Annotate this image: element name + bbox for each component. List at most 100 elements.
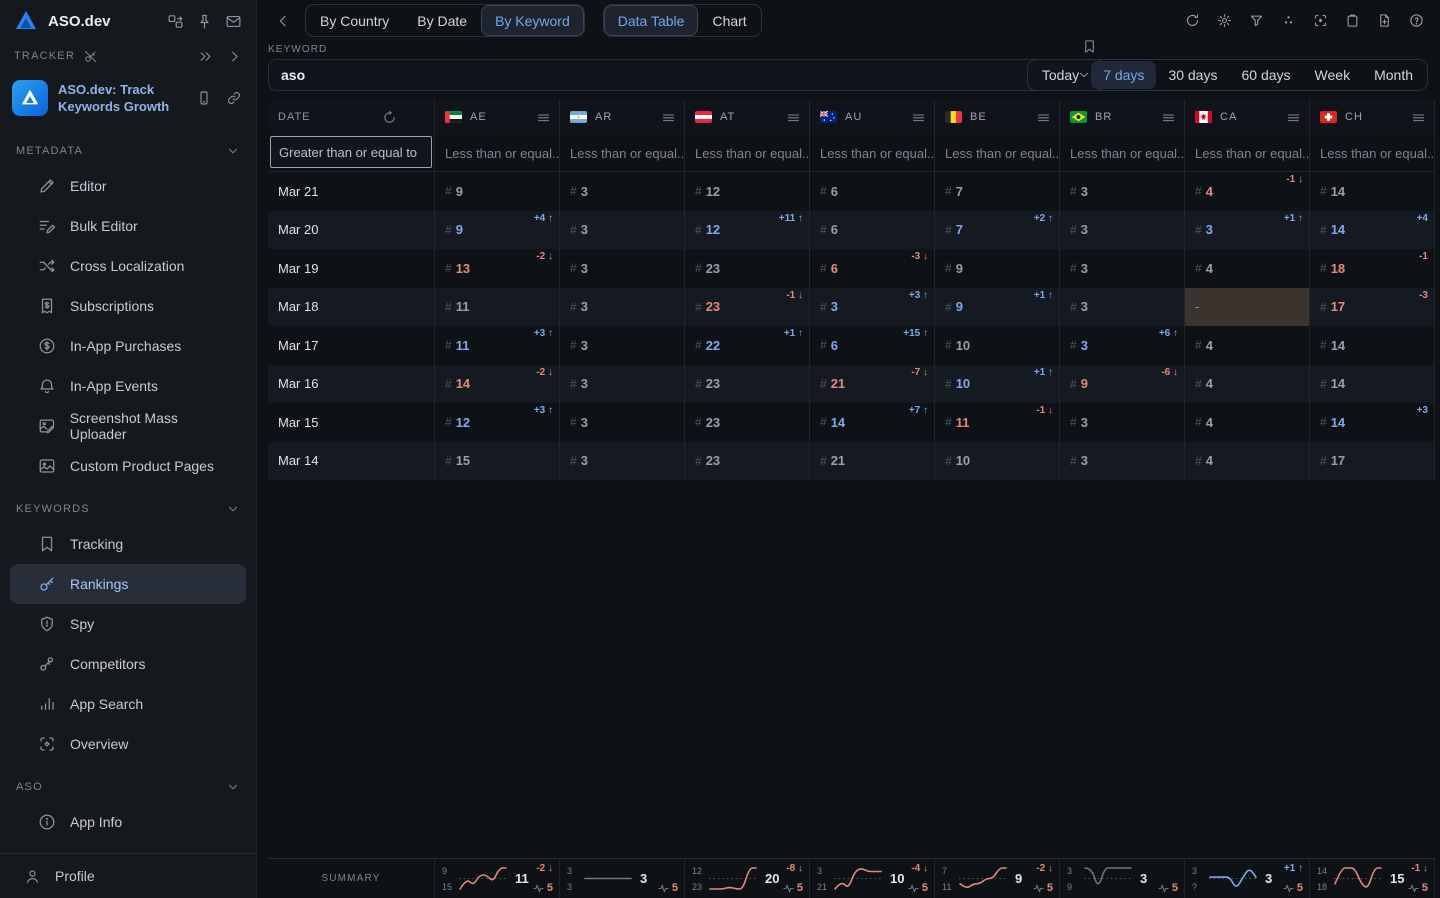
column-menu-icon[interactable]	[911, 110, 926, 125]
rank-cell-ae[interactable]: #9	[435, 172, 560, 211]
rank-cell-ae[interactable]: #9+4 ↑	[435, 211, 560, 250]
rank-cell-at[interactable]: #12	[685, 172, 810, 211]
column-header-au[interactable]: AU	[810, 100, 935, 134]
column-filter-input[interactable]: Less than or equal...	[1060, 134, 1184, 172]
rank-cell-au[interactable]: #3+3 ↑	[810, 288, 935, 327]
keyword-select[interactable]	[268, 59, 1104, 91]
dots-icon[interactable]	[1279, 11, 1298, 30]
sidebar-item-competitors[interactable]: Competitors	[10, 644, 246, 684]
column-header-ca[interactable]: CA	[1185, 100, 1310, 134]
column-filter-input[interactable]: Less than or equal...	[935, 134, 1059, 172]
rank-cell-at[interactable]: #23	[685, 365, 810, 404]
rank-cell-ca[interactable]: #3+1 ↑	[1185, 211, 1310, 250]
sidebar-section-metadata[interactable]: METADATA	[0, 136, 256, 166]
pin-icon[interactable]	[196, 13, 213, 30]
column-filter-input[interactable]: Less than or equal...	[435, 134, 559, 172]
rank-cell-ae[interactable]: #14-2 ↓	[435, 365, 560, 404]
range-today[interactable]: Today	[1030, 61, 1091, 89]
range-7-days[interactable]: 7 days	[1091, 61, 1156, 89]
rank-cell-be[interactable]: #10+1 ↑	[935, 365, 1060, 404]
rank-cell-ch[interactable]: #18-1	[1310, 249, 1435, 288]
bookmark-icon[interactable]	[1082, 39, 1097, 54]
rank-cell-ca[interactable]: -	[1185, 288, 1310, 327]
column-header-br[interactable]: BR	[1060, 100, 1185, 134]
sidebar-item-app-search[interactable]: App Search	[10, 684, 246, 724]
rank-cell-ar[interactable]: #3	[560, 326, 685, 365]
rank-cell-au[interactable]: #14+7 ↑	[810, 403, 935, 442]
summary-cell-be[interactable]: 7119-2 ↓5	[935, 859, 1060, 898]
rank-cell-ae[interactable]: #11	[435, 288, 560, 327]
rank-cell-be[interactable]: #9+1 ↑	[935, 288, 1060, 327]
summary-cell-ae[interactable]: 91511-2 ↓5	[435, 859, 560, 898]
column-menu-icon[interactable]	[1286, 110, 1301, 125]
clipboard-icon[interactable]	[1343, 11, 1362, 30]
tab-by-keyword[interactable]: By Keyword	[481, 5, 584, 36]
rank-cell-br[interactable]: #3	[1060, 403, 1185, 442]
rank-cell-at[interactable]: #22+1 ↑	[685, 326, 810, 365]
rank-cell-ch[interactable]: #17-3	[1310, 288, 1435, 327]
sidebar-item-custom-product-pages[interactable]: Custom Product Pages	[10, 446, 246, 486]
rank-cell-br[interactable]: #3	[1060, 249, 1185, 288]
rank-cell-au[interactable]: #6	[810, 211, 935, 250]
rank-cell-at[interactable]: #23	[685, 442, 810, 481]
date-filter-input[interactable]: Greater than or equal to	[270, 136, 432, 168]
rank-cell-au[interactable]: #21	[810, 442, 935, 481]
rank-cell-ar[interactable]: #3	[560, 288, 685, 327]
rank-cell-at[interactable]: #23	[685, 249, 810, 288]
rank-cell-br[interactable]: #9-6 ↓	[1060, 365, 1185, 404]
range-week[interactable]: Week	[1303, 61, 1363, 89]
sidebar-item-app-info[interactable]: App Info	[10, 802, 246, 842]
rank-cell-ar[interactable]: #3	[560, 211, 685, 250]
column-menu-icon[interactable]	[409, 110, 424, 125]
rank-cell-be[interactable]: #10	[935, 326, 1060, 365]
rank-cell-ca[interactable]: #4	[1185, 403, 1310, 442]
sidebar-item-spy[interactable]: Spy	[10, 604, 246, 644]
rank-cell-br[interactable]: #3	[1060, 172, 1185, 211]
rank-cell-br[interactable]: #3+6 ↑	[1060, 326, 1185, 365]
phone-icon[interactable]	[196, 90, 212, 106]
column-filter-input[interactable]: Less than or equal...	[685, 134, 809, 172]
sidebar-section-aso[interactable]: ASO	[0, 772, 256, 802]
back-button[interactable]	[275, 13, 291, 29]
rank-cell-ca[interactable]: #4	[1185, 365, 1310, 404]
rank-cell-ar[interactable]: #3	[560, 365, 685, 404]
rank-cell-ae[interactable]: #15	[435, 442, 560, 481]
profile-item[interactable]: Profile	[0, 853, 257, 898]
rank-cell-br[interactable]: #3	[1060, 288, 1185, 327]
rank-cell-au[interactable]: #6-3 ↓	[810, 249, 935, 288]
rank-cell-ae[interactable]: #13-2 ↓	[435, 249, 560, 288]
column-filter-input[interactable]: Less than or equal...	[560, 134, 684, 172]
summary-cell-au[interactable]: 32110-4 ↓5	[810, 859, 935, 898]
rank-cell-ch[interactable]: #14	[1310, 172, 1435, 211]
file-plus-icon[interactable]	[1375, 11, 1394, 30]
tracked-app-card[interactable]: ASO.dev: Track Keywords Growth	[0, 70, 256, 128]
tab-by-date[interactable]: By Date	[403, 5, 481, 36]
sidebar-item-subscriptions[interactable]: Subscriptions	[10, 286, 246, 326]
rank-cell-au[interactable]: #6+15 ↑	[810, 326, 935, 365]
rank-cell-br[interactable]: #3	[1060, 211, 1185, 250]
range-30-days[interactable]: 30 days	[1156, 61, 1229, 89]
column-header-ae[interactable]: AE	[435, 100, 560, 134]
sidebar-item-editor[interactable]: Editor	[10, 166, 246, 206]
column-menu-icon[interactable]	[1036, 110, 1051, 125]
range-month[interactable]: Month	[1362, 61, 1425, 89]
rank-cell-br[interactable]: #3	[1060, 442, 1185, 481]
summary-cell-ca[interactable]: 3?3+1 ↑5	[1185, 859, 1310, 898]
column-header-be[interactable]: BE	[935, 100, 1060, 134]
column-filter-input[interactable]: Less than or equal...	[1185, 134, 1309, 172]
rank-cell-ae[interactable]: #11+3 ↑	[435, 326, 560, 365]
scan-icon[interactable]	[1311, 11, 1330, 30]
rank-cell-be[interactable]: #9	[935, 249, 1060, 288]
sidebar-item-in-app-purchases[interactable]: In-App Purchases	[10, 326, 246, 366]
column-menu-icon[interactable]	[786, 110, 801, 125]
rank-cell-ch[interactable]: #14+3	[1310, 403, 1435, 442]
refresh-icon[interactable]	[1183, 11, 1202, 30]
double-chevron-right-icon[interactable]	[198, 49, 213, 64]
rank-cell-ca[interactable]: #4	[1185, 442, 1310, 481]
chevron-right-icon[interactable]	[227, 49, 242, 64]
date-column-header[interactable]: DATE	[268, 100, 435, 134]
rank-cell-ch[interactable]: #17	[1310, 442, 1435, 481]
rank-cell-ca[interactable]: #4	[1185, 326, 1310, 365]
sidebar-item-tracking[interactable]: Tracking	[10, 524, 246, 564]
rank-cell-be[interactable]: #11-1 ↓	[935, 403, 1060, 442]
